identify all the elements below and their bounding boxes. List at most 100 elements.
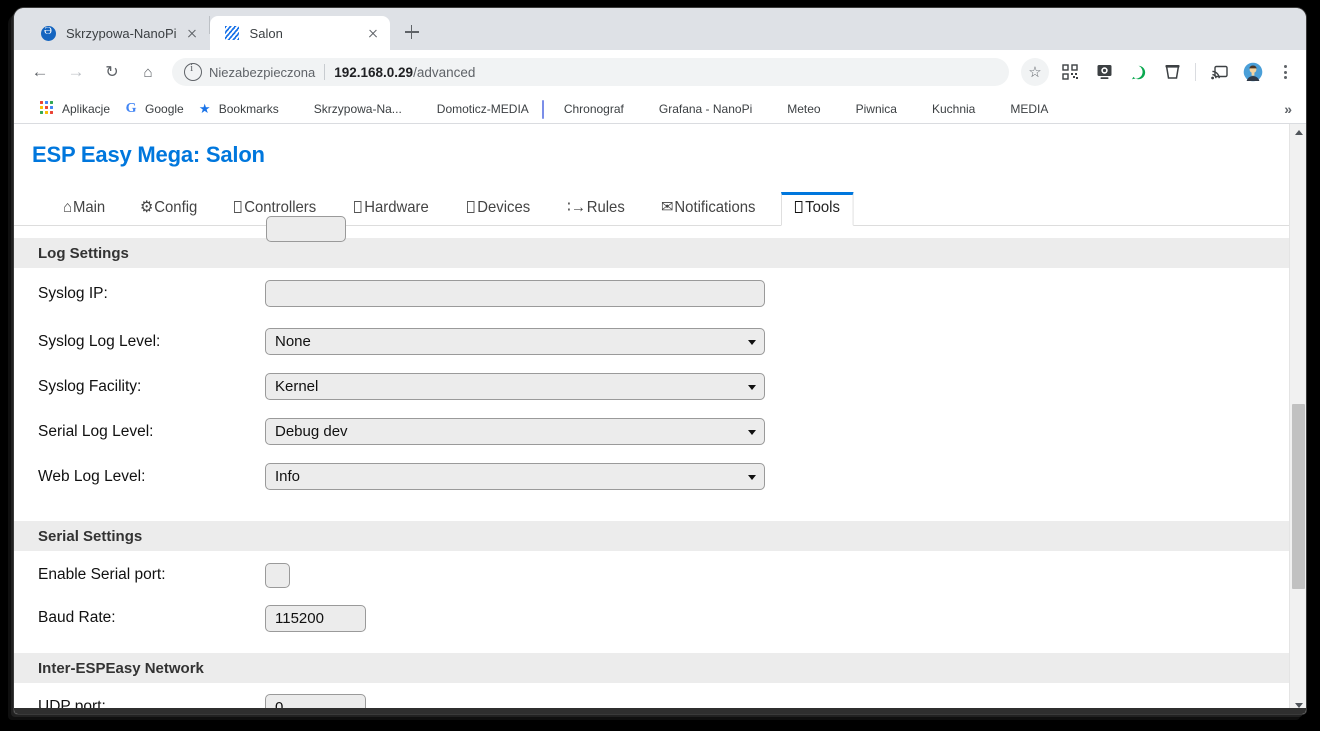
bookmark-star-icon[interactable]: ☆ <box>1021 58 1049 86</box>
address-bar[interactable]: Niezabezpieczona 192.168.0.29 /advanced <box>172 58 1009 86</box>
green-status-icon[interactable] <box>1125 59 1151 85</box>
bookmark-label: Bookmarks <box>218 101 279 116</box>
section-header-log-settings: Log Settings <box>14 238 1289 268</box>
window-bottom-edge <box>14 708 1306 714</box>
espeasy-icon <box>765 101 781 117</box>
profile-avatar-icon[interactable] <box>1240 59 1266 85</box>
nav-tab-label: Devices <box>476 199 530 216</box>
nav-tab-label: Main <box>72 199 106 216</box>
apps-grid-icon <box>40 100 56 117</box>
scrollbar-thumb[interactable] <box>1292 404 1305 589</box>
bookmark-meteo[interactable]: Meteo <box>765 101 820 117</box>
forward-arrow-icon[interactable]: → <box>61 57 91 87</box>
back-arrow-icon[interactable]: ← <box>25 57 55 87</box>
url-path: /advanced <box>413 64 476 80</box>
nav-tab-label: Tools <box>805 199 841 216</box>
gear-glyph-icon: ⚙ <box>140 199 154 216</box>
bookmark-kuchnia[interactable]: Kuchnia <box>910 101 975 117</box>
nav-tab-label: Notifications <box>674 199 756 216</box>
baud-rate-input[interactable]: 115200 <box>265 604 366 632</box>
missing-glyph-icon <box>354 201 362 213</box>
three-dots-menu-icon[interactable] <box>1272 59 1298 85</box>
bookmarks-overflow-button[interactable]: » <box>1284 101 1296 117</box>
page-viewport: ESP Easy Mega: Salon ⌂Main ⚙Config Contr… <box>14 124 1306 714</box>
bookmark-aplikacje[interactable]: Aplikacje <box>40 100 111 117</box>
security-status-label: Niezabezpieczona <box>209 64 316 80</box>
nav-tab-label: Controllers <box>244 199 317 216</box>
syslog-facility-select[interactable]: Kernel <box>265 373 765 400</box>
bookmark-bookmarks[interactable]: ★ Bookmarks <box>197 101 279 117</box>
syslog-log-level-select[interactable]: None <box>265 328 765 355</box>
page-scrollbar[interactable] <box>1289 124 1306 714</box>
chevron-down-icon <box>748 474 756 480</box>
select-value: Debug dev <box>275 423 348 440</box>
nav-tab-hardware[interactable]: Hardware <box>341 193 442 225</box>
select-value: None <box>275 333 311 350</box>
nav-tab-tools[interactable]: Tools <box>781 192 855 226</box>
form-row-web-log-level: Web Log Level: Info <box>14 454 1289 499</box>
cast-icon[interactable] <box>1206 59 1232 85</box>
nav-tab-label: Config <box>154 199 198 216</box>
bookmark-media[interactable]: MEDIA <box>988 101 1048 117</box>
omnibox-divider <box>324 64 326 80</box>
serial-log-level-select[interactable]: Debug dev <box>265 418 765 445</box>
bookmark-chronograf[interactable]: Chronograf <box>541 99 624 119</box>
scroll-up-arrow-icon[interactable] <box>1290 124 1306 141</box>
browser-tab-salon[interactable]: Salon <box>209 16 390 50</box>
bookmark-label: MEDIA <box>1010 101 1049 116</box>
domoticz-icon <box>415 101 431 117</box>
bookmark-domoticz-media[interactable]: Domoticz-MEDIA <box>415 101 529 117</box>
form-row-syslog-facility: Syslog Facility: Kernel <box>14 364 1289 409</box>
bookmark-grafana[interactable]: Grafana - NanoPi <box>637 101 752 117</box>
home-icon[interactable]: ⌂ <box>133 57 163 87</box>
espeasy-page: ESP Easy Mega: Salon ⌂Main ⚙Config Contr… <box>14 124 1289 714</box>
nav-tab-devices[interactable]: Devices <box>454 193 543 225</box>
bookmark-piwnica[interactable]: Piwnica <box>834 101 897 117</box>
bookmark-label: Aplikacje <box>62 101 111 116</box>
nav-tab-notifications[interactable]: ✉Notifications <box>648 191 768 225</box>
field-label: Web Log Level: <box>38 467 146 485</box>
missing-glyph-icon <box>466 201 475 213</box>
bookmark-label: Meteo <box>787 101 821 116</box>
syslog-ip-input[interactable] <box>265 280 765 307</box>
bookmarks-bar: Aplikacje G Google ★ Bookmarks Skrzypowa… <box>14 94 1306 124</box>
home-glyph-icon: ⌂ <box>63 199 73 216</box>
form-row-syslog-log-level: Syslog Log Level: None <box>14 319 1289 364</box>
nav-tab-label: Rules <box>586 199 625 216</box>
missing-glyph-icon <box>795 201 803 213</box>
web-log-level-select[interactable]: Info <box>265 463 765 490</box>
field-label: Syslog Facility: <box>38 377 142 395</box>
chronograf-icon <box>541 99 558 119</box>
field-label: Syslog IP: <box>38 284 108 302</box>
bookmark-label: Google <box>145 101 184 116</box>
field-label: Serial Log Level: <box>38 422 154 440</box>
scrolled-offscreen-input[interactable] <box>266 216 346 242</box>
bookmark-google[interactable]: G Google <box>123 101 184 117</box>
nav-tab-rules[interactable]: ∶→Rules <box>554 191 638 225</box>
field-label: Enable Serial port: <box>38 566 166 583</box>
enable-serial-port-checkbox[interactable] <box>265 562 290 588</box>
nav-tab-config[interactable]: ⚙Config <box>127 191 210 225</box>
grafana-icon <box>637 101 653 117</box>
info-circle-icon[interactable] <box>184 62 202 81</box>
qr-code-icon[interactable] <box>1057 59 1083 85</box>
bookmark-label: Skrzypowa-Na... <box>313 101 402 116</box>
new-tab-button[interactable] <box>398 18 426 46</box>
chevron-down-icon <box>748 429 756 435</box>
select-value: Kernel <box>275 378 319 395</box>
espeasy-navbar: ⌂Main ⚙Config Controllers Hardware Devic… <box>14 190 1289 226</box>
bookmark-label: Chronograf <box>563 101 624 116</box>
browser-toolbar: ← → ↻ ⌂ Niezabezpieczona 192.168.0.29 /a… <box>14 50 1306 94</box>
bookmark-label: Domoticz-MEDIA <box>436 101 529 116</box>
close-tab-icon[interactable] <box>183 24 201 42</box>
bookmark-label: Grafana - NanoPi <box>658 101 753 116</box>
espeasy-icon <box>834 101 850 117</box>
close-tab-icon[interactable] <box>364 24 382 42</box>
nav-tab-main[interactable]: ⌂Main <box>50 193 118 225</box>
reload-icon[interactable]: ↻ <box>97 57 127 87</box>
bookmark-skrzypowa[interactable]: Skrzypowa-Na... <box>292 101 402 117</box>
browser-tab-skrzypowa[interactable]: Skrzypowa-NanoPi <box>26 16 209 50</box>
trash-cup-icon[interactable] <box>1159 59 1185 85</box>
browser-tab-title: Skrzypowa-NanoPi <box>66 25 177 41</box>
webcam-icon[interactable] <box>1091 59 1117 85</box>
